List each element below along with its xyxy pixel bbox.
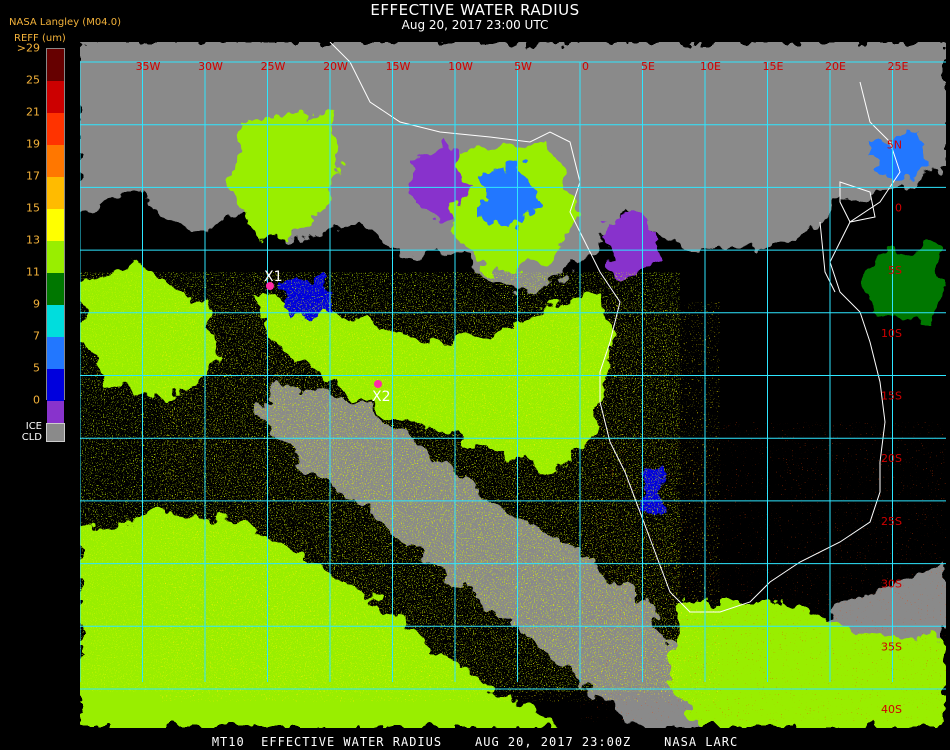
legend-color-0 [47,49,64,81]
legend-color-10 [47,369,64,401]
latitude-label: 35S [881,640,902,653]
longitude-label: 5W [514,60,532,73]
location-marker-label: X2 [372,389,391,405]
map-title: EFFECTIVE WATER RADIUS [370,1,580,19]
latitude-label: 10S [881,327,902,340]
latitude-label: 30S [881,578,902,591]
longitude-label: 10E [700,60,721,73]
legend-color-4 [47,177,64,209]
legend-label: 17 [26,169,40,183]
latitude-label: 5N [887,139,902,152]
very-large-droplet-speckle [580,422,946,722]
color-scale-bar [46,48,65,431]
longitude-label: 20W [323,60,348,73]
legend-label: 5 [33,361,40,375]
legend-label: 11 [26,265,40,279]
legend-color-3 [47,145,64,177]
location-marker-dot [374,380,382,388]
map-layers: 35W30W25W20W15W10W5W05E10E15E20E25E30E35… [80,42,946,728]
longitude-label: 10W [448,60,473,73]
legend-label: 0 [33,393,40,407]
legend-label: 13 [26,233,40,247]
location-marker-label: X1 [264,269,283,285]
longitude-label: 25E [888,60,909,73]
footer-caption: MT10 EFFECTIVE WATER RADIUS AUG 20, 2017… [211,735,739,749]
legend-label: 25 [26,73,40,87]
latitude-label: 15S [881,390,902,403]
legend-color-7 [47,273,64,305]
ice-cloud-swatch [46,423,65,442]
longitude-label: 15W [386,60,411,73]
latitude-label: 20S [881,452,902,465]
legend-label: 7 [33,329,40,343]
legend-color-6 [47,241,64,273]
legend-label: 9 [33,297,40,311]
ice-label-line1: ICE [25,421,42,432]
legend-label: >29 [16,41,40,55]
legend-color-5 [47,209,64,241]
longitude-label: 15E [763,60,784,73]
legend-labels: >29 25 21 19 17 15 13 11 9 7 5 0 [0,40,40,407]
ice-cloud-label: ICE CLD [20,421,42,443]
longitude-label: 25W [261,60,286,73]
longitude-label: 20E [825,60,846,73]
legend-color-2 [47,113,64,145]
latitude-label: 5S [888,264,902,277]
ice-label-line2: CLD [21,432,42,443]
legend-label: 19 [26,137,40,151]
longitude-label: 5E [641,60,655,73]
latitude-label: 40S [881,703,902,716]
longitude-label: 35W [136,60,161,73]
legend-color-8 [47,305,64,337]
legend-label: 21 [26,105,40,119]
map-subtitle: Aug 20, 2017 23:00 UTC [401,18,549,32]
legend-color-1 [47,81,64,113]
longitude-label: 0 [582,60,589,73]
brand-label: NASA Langley (M04.0) [9,17,121,28]
latitude-label: 0 [895,201,902,214]
legend-color-9 [47,337,64,369]
longitude-label: 30W [198,60,223,73]
latitude-label: 25S [881,515,902,528]
satellite-map: 35W30W25W20W15W10W5W05E10E15E20E25E30E35… [80,42,946,728]
legend-label: 15 [26,201,40,215]
